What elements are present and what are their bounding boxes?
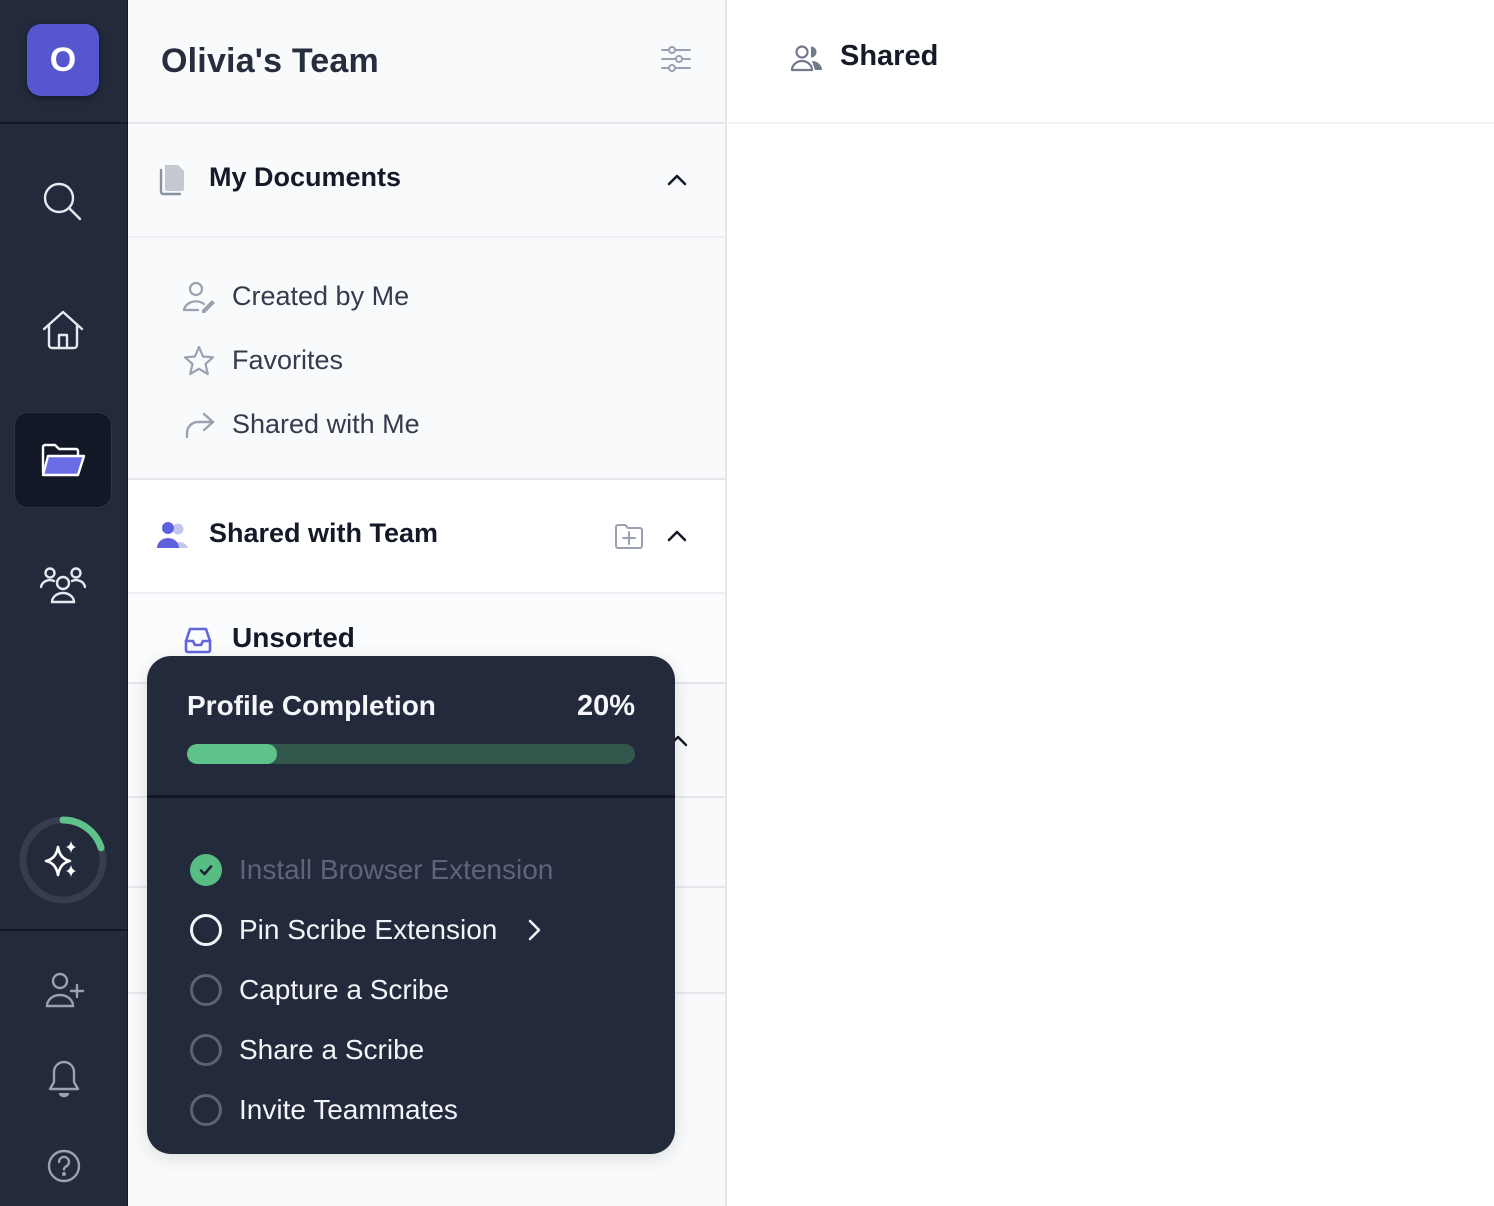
step-invite-teammates[interactable]: Invite Teammates — [147, 1080, 675, 1140]
help-icon — [47, 1149, 81, 1183]
step-share-a-scribe[interactable]: Share a Scribe — [147, 1020, 675, 1080]
help-button[interactable] — [40, 1142, 88, 1190]
sidebar-header: Olivia's Team — [128, 0, 725, 124]
empty-circle-icon — [190, 974, 222, 1006]
step-pin-scribe-extension[interactable]: Pin Scribe Extension — [147, 900, 675, 960]
page-title: Shared — [840, 40, 939, 72]
team-name[interactable]: Olivia's Team — [161, 42, 379, 81]
empty-circle-icon — [190, 1094, 222, 1126]
step-label: Share a Scribe — [239, 1034, 425, 1065]
search-button[interactable] — [14, 154, 112, 250]
step-label: Install Browser Extension — [239, 854, 554, 885]
my-documents-list: Created by Me Favorites Shared with Me — [128, 238, 725, 480]
user-edit-icon — [182, 281, 215, 313]
documents-icon — [159, 165, 184, 196]
profile-completion-percent: 20% — [576, 690, 635, 722]
profile-completion-popover: Profile Completion 20% Install Browser E… — [147, 656, 675, 1154]
my-documents-title: My Documents — [209, 162, 402, 192]
step-capture-a-scribe[interactable]: Capture a Scribe — [147, 960, 675, 1020]
sparkles-icon — [44, 841, 76, 877]
icon-rail: O — [0, 0, 128, 1206]
home-button[interactable] — [14, 282, 112, 378]
bell-icon — [48, 1060, 80, 1098]
sidebar-item-label: Unsorted — [232, 622, 355, 653]
profile-completion-title: Profile Completion — [187, 690, 436, 721]
profile-progress-ring[interactable] — [18, 815, 108, 905]
star-icon — [183, 345, 215, 376]
app: O Olivia's Team My Documents Created by … — [0, 0, 1494, 1206]
shared-users-icon — [790, 45, 822, 72]
onboarding-steps: Install Browser Extension Pin Scribe Ext… — [147, 798, 675, 1140]
rail-divider — [0, 929, 127, 931]
sidebar-item-label: Shared with Me — [232, 408, 420, 439]
sidebar-item-label: Favorites — [232, 344, 344, 375]
empty-circle-icon — [190, 914, 222, 946]
sidebar-item-favorites[interactable]: Favorites — [128, 328, 725, 392]
empty-circle-icon — [190, 1034, 222, 1066]
chevron-right-icon[interactable] — [523, 917, 545, 943]
add-user-icon — [45, 972, 85, 1008]
main-header: Shared — [728, 0, 1494, 124]
notifications-button[interactable] — [40, 1054, 88, 1102]
shared-with-team-title: Shared with Team — [209, 518, 439, 548]
check-circle-icon — [190, 854, 222, 886]
sidebar-item-label: Created by Me — [232, 280, 410, 311]
home-icon — [42, 310, 84, 350]
shared-with-team-header[interactable]: Shared with Team — [128, 480, 725, 594]
filter-settings-icon[interactable] — [659, 42, 693, 76]
step-install-browser-extension[interactable]: Install Browser Extension — [147, 840, 675, 900]
folder-open-icon — [41, 443, 86, 477]
main-content: Shared — [728, 0, 1494, 1206]
team-button[interactable] — [14, 536, 112, 632]
shared-with-team-section: Shared with Team Unsorted — [128, 480, 725, 684]
new-folder-icon[interactable] — [613, 520, 645, 552]
profile-completion-header: Profile Completion 20% — [147, 656, 675, 798]
share-arrow-icon — [185, 412, 215, 439]
chevron-up-icon[interactable] — [663, 522, 691, 550]
profile-progress-bar — [187, 744, 635, 764]
search-icon — [43, 182, 82, 221]
my-documents-header[interactable]: My Documents — [128, 124, 725, 238]
sidebar-item-created-by-me[interactable]: Created by Me — [128, 264, 725, 328]
rail-header: O — [0, 0, 127, 124]
workspace-avatar[interactable]: O — [27, 24, 99, 96]
step-label: Invite Teammates — [239, 1094, 458, 1125]
team-icon — [39, 567, 87, 604]
documents-button[interactable] — [14, 412, 112, 508]
profile-progress-fill — [187, 744, 277, 764]
chevron-up-icon[interactable] — [663, 166, 691, 194]
step-label: Capture a Scribe — [239, 974, 450, 1005]
invite-user-button[interactable] — [40, 966, 88, 1014]
inbox-icon — [184, 627, 212, 654]
sidebar-item-shared-with-me[interactable]: Shared with Me — [128, 392, 725, 456]
step-label: Pin Scribe Extension — [239, 914, 498, 945]
team-users-icon — [157, 522, 188, 548]
